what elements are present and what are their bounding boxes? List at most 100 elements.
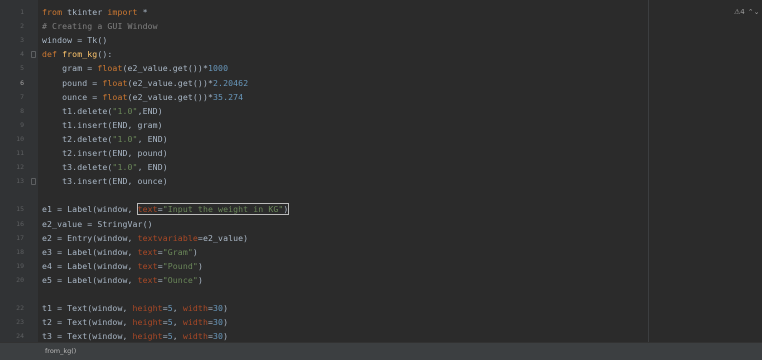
code-line[interactable]: # Creating a GUI Window — [42, 19, 158, 33]
line-number: 12 — [16, 163, 24, 172]
code-line[interactable]: t1.delete("1.0",END) — [42, 104, 163, 118]
line-number: 11 — [16, 149, 24, 157]
line-number-gutter[interactable]: 1 2 3 4 5 6 7 8 9 10 11 12 13 15 16 17 18 19 20 22 23 24 — [0, 0, 38, 342]
code-line[interactable]: def from_kg(): — [42, 47, 112, 61]
line-number: 7 — [20, 92, 24, 101]
line-number: 4 — [20, 50, 24, 59]
code-token: , — [172, 303, 183, 314]
code-token: window = Tk() — [42, 35, 108, 46]
line-number: 15 — [16, 205, 24, 214]
navigate-arrows-icon[interactable]: ⌃⌄ — [748, 8, 760, 16]
code-token: , — [172, 331, 183, 342]
fold-toggle-icon[interactable] — [31, 177, 36, 185]
code-token: width — [182, 303, 208, 314]
code-token: text — [137, 274, 158, 285]
code-line[interactable]: e2 = Entry(window, textvariable=e2_value… — [42, 231, 248, 245]
code-token: (e2_value.get())* — [127, 91, 214, 102]
code-token: 35.274 — [213, 91, 244, 102]
code-token: t3.insert(END, ounce) — [42, 176, 168, 187]
code-line[interactable]: t2.insert(END, pound) — [42, 146, 168, 160]
code-line[interactable]: t1.insert(END, gram) — [42, 118, 163, 132]
code-token: "Pound" — [162, 260, 198, 271]
code-line[interactable]: gram = float(e2_value.get())*1000 — [42, 61, 228, 75]
code-token: # Creating a GUI Window — [42, 21, 158, 32]
code-token: width — [182, 331, 208, 342]
code-token: ounce = — [42, 91, 103, 102]
code-token: 2.20462 — [213, 77, 249, 88]
line-number: 2 — [20, 22, 24, 31]
code-token: t2 = Text(window, — [42, 317, 133, 328]
code-token: e2 = Entry(window, — [42, 232, 138, 243]
code-line[interactable]: window = Tk() — [42, 33, 107, 47]
code-token: def — [42, 49, 63, 60]
line-number: 5 — [20, 64, 24, 73]
line-number: 20 — [16, 275, 24, 284]
code-token: "1.0" — [112, 105, 138, 116]
code-token: e4 = Label(window, — [42, 260, 138, 271]
line-number: 8 — [20, 106, 24, 115]
line-number: 17 — [16, 233, 24, 242]
code-token: text — [137, 246, 158, 257]
code-token: (): — [97, 49, 113, 60]
breadcrumb-function[interactable]: from_kg() — [45, 347, 76, 355]
code-token: "Gram" — [162, 246, 193, 257]
code-token: width — [182, 317, 208, 328]
code-token: 30 — [213, 331, 224, 342]
line-number: 3 — [20, 36, 24, 45]
code-token: ,END) — [137, 105, 163, 116]
code-line[interactable]: e3 = Label(window, text="Gram") — [42, 245, 198, 259]
code-line[interactable]: e4 = Label(window, text="Pound") — [42, 259, 203, 273]
code-line[interactable]: t3.delete("1.0", END) — [42, 160, 168, 174]
code-line[interactable]: t2.delete("1.0", END) — [42, 132, 168, 146]
line-number: 16 — [16, 219, 24, 228]
code-token: from_kg — [62, 49, 98, 60]
selection-highlight: text="Input the weight in KG") — [136, 203, 290, 216]
code-line[interactable]: t1 = Text(window, height=5, width=30) — [42, 301, 228, 315]
code-line[interactable]: e1 = Label(window, text="Input the weigh… — [42, 202, 290, 216]
fold-toggle-icon[interactable] — [31, 50, 36, 58]
code-token: ) — [197, 260, 203, 271]
code-token: height — [132, 317, 163, 328]
code-token: (e2_value.get())* — [122, 63, 208, 74]
code-editor[interactable]: 1 2 3 4 5 6 7 8 9 10 11 12 13 15 16 17 18 19 20 22 23 24 from… — [0, 0, 762, 342]
code-token: , END) — [137, 162, 168, 173]
line-number: 9 — [20, 120, 24, 129]
code-token: tkinter — [67, 7, 108, 17]
code-token: ) — [192, 246, 198, 257]
code-line[interactable]: e5 = Label(window, text="Ounce") — [42, 273, 203, 287]
code-token: e2_value = StringVar() — [42, 218, 153, 229]
code-token: t2.insert(END, pound) — [42, 148, 168, 158]
code-token: gram = — [42, 63, 98, 74]
code-token: ) — [223, 317, 229, 328]
code-line[interactable]: ounce = float(e2_value.get())*35.274 — [42, 90, 243, 104]
code-token: pound = — [42, 77, 103, 88]
line-number: 13 — [16, 177, 24, 186]
code-token: "Ounce" — [162, 274, 198, 285]
code-token: 1000 — [207, 63, 229, 74]
code-token: (e2_value.get())* — [127, 77, 214, 88]
code-token: =e2_value) — [197, 232, 249, 243]
code-token: 30 — [213, 303, 224, 314]
warning-count: ⚠4 — [734, 8, 745, 16]
code-area[interactable]: from tkinter import * # Creating a GUI Wi… — [42, 0, 652, 342]
code-token: e1 = Label(window, — [42, 204, 138, 215]
code-token: "1.0" — [112, 133, 138, 144]
code-token: import — [107, 7, 143, 17]
line-number: 1 — [20, 8, 24, 16]
code-token: t3.delete( — [42, 162, 113, 173]
code-token: ) — [223, 303, 229, 314]
code-token: float — [102, 91, 128, 102]
code-token: t1.delete( — [42, 105, 113, 116]
code-line[interactable]: t2 = Text(window, height=5, width=30) — [42, 315, 228, 329]
line-number: 10 — [16, 134, 24, 143]
code-line[interactable]: pound = float(e2_value.get())*2.20462 — [42, 76, 248, 90]
inspection-widget[interactable]: ⚠4 ⌃⌄ — [734, 8, 759, 16]
code-token: float — [97, 63, 123, 74]
code-line[interactable]: from tkinter import * — [42, 5, 148, 19]
code-token: height — [132, 303, 163, 314]
code-line[interactable]: t3.insert(END, ounce) — [42, 174, 168, 188]
code-token: , END) — [137, 133, 168, 144]
code-token: e5 = Label(window, — [42, 274, 138, 285]
line-number: 22 — [16, 304, 24, 313]
code-line[interactable]: e2_value = StringVar() — [42, 217, 153, 231]
